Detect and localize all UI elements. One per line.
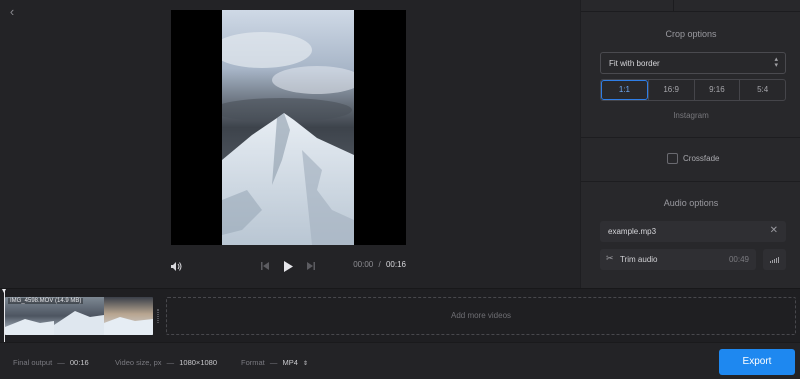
video-thumbnail xyxy=(222,10,354,245)
panel-tab-separator xyxy=(673,0,674,12)
final-output-info: Final output — 00:16 xyxy=(13,358,89,367)
time-separator: / xyxy=(378,260,381,269)
fit-mode-select[interactable]: Fit with border ▴ ▾ xyxy=(600,52,786,74)
crop-options-title: Crop options xyxy=(665,29,717,39)
back-button[interactable]: ‹ xyxy=(5,5,19,19)
video-frame xyxy=(171,10,406,245)
ratio-5-4[interactable]: 5:4 xyxy=(739,80,785,100)
volume-bars-icon xyxy=(770,257,779,263)
ratio-16-9[interactable]: 16:9 xyxy=(647,80,694,100)
close-icon[interactable]: ✕ xyxy=(770,225,778,236)
panel-tabs xyxy=(581,0,800,12)
add-more-videos-button[interactable]: Add more videos xyxy=(166,297,796,335)
crossfade-checkbox[interactable] xyxy=(667,153,678,164)
ratio-9-16[interactable]: 9:16 xyxy=(693,80,740,100)
time-current: 00:00 xyxy=(353,260,374,269)
skip-back-button[interactable] xyxy=(258,255,272,277)
chevron-left-icon: ‹ xyxy=(9,4,15,19)
video-size-value: 1080×1080 xyxy=(179,358,217,367)
trim-duration: 00:49 xyxy=(728,255,749,264)
time-total: 00:16 xyxy=(385,260,406,269)
player-controls: 00:00 / 00:16 xyxy=(160,255,420,277)
select-arrows-icon: ⇕ xyxy=(302,361,308,367)
footer-bar: Final output — 00:16 Video size, px — 10… xyxy=(0,342,800,379)
crossfade-toggle[interactable]: Crossfade xyxy=(667,153,719,164)
aspect-ratio-group: 1:1 16:9 9:16 5:4 xyxy=(600,79,786,101)
preview-area: ‹ 00:00 / 00:16 xyxy=(0,0,580,288)
clip-label: IMG_4598.MOV (14.9 MB) xyxy=(8,298,84,304)
volume-button[interactable] xyxy=(168,255,184,277)
video-editor: ‹ 00:00 / 00:16 Crop options Fit with bo… xyxy=(0,0,800,379)
final-output-label: Final output xyxy=(13,358,53,367)
audio-volume-button[interactable] xyxy=(763,249,786,270)
dash: — xyxy=(57,358,65,367)
divider xyxy=(581,181,800,182)
skip-forward-icon xyxy=(307,262,315,270)
play-button[interactable] xyxy=(280,255,296,277)
settings-panel: Crop options Fit with border ▴ ▾ 1:1 16:9… xyxy=(580,0,800,288)
dash: — xyxy=(166,358,175,367)
video-size-info: Video size, px — 1080×1080 xyxy=(115,358,217,367)
ratio-1-1[interactable]: 1:1 xyxy=(601,80,648,100)
playhead[interactable] xyxy=(2,289,6,343)
format-select[interactable]: MP4 ⇕ xyxy=(282,358,308,367)
volume-icon xyxy=(171,261,182,271)
skip-back-icon xyxy=(261,262,269,270)
time-display: 00:00 / 00:16 xyxy=(353,260,406,269)
skip-forward-button[interactable] xyxy=(304,255,318,277)
crossfade-label: Crossfade xyxy=(683,154,720,163)
fit-mode-value: Fit with border xyxy=(609,59,660,68)
audio-file-name: example.mp3 xyxy=(608,227,657,236)
video-clip[interactable]: IMG_4598.MOV (14.9 MB) xyxy=(5,297,153,335)
format-value: MP4 xyxy=(282,358,298,367)
platform-label: Instagram xyxy=(673,111,709,120)
video-size-label: Video size, px xyxy=(115,358,162,367)
audio-options-title: Audio options xyxy=(663,198,719,208)
scissors-icon: ✂ xyxy=(606,253,614,263)
timeline: IMG_4598.MOV (14.9 MB) Add more videos xyxy=(0,288,800,343)
select-arrows-icon: ▴ ▾ xyxy=(774,56,778,69)
divider xyxy=(581,137,800,138)
format-info: Format — MP4 ⇕ xyxy=(241,358,308,367)
audio-file-field[interactable]: example.mp3 ✕ xyxy=(600,221,786,242)
export-button[interactable]: Export xyxy=(719,349,795,375)
clip-drag-handle[interactable] xyxy=(157,309,159,323)
trim-audio-label: Trim audio xyxy=(620,255,658,264)
trim-audio-button[interactable]: ✂ Trim audio 00:49 xyxy=(600,249,756,270)
final-output-value: 00:16 xyxy=(69,358,89,367)
play-icon xyxy=(283,260,293,272)
dash: — xyxy=(269,358,278,367)
format-label: Format xyxy=(241,358,265,367)
